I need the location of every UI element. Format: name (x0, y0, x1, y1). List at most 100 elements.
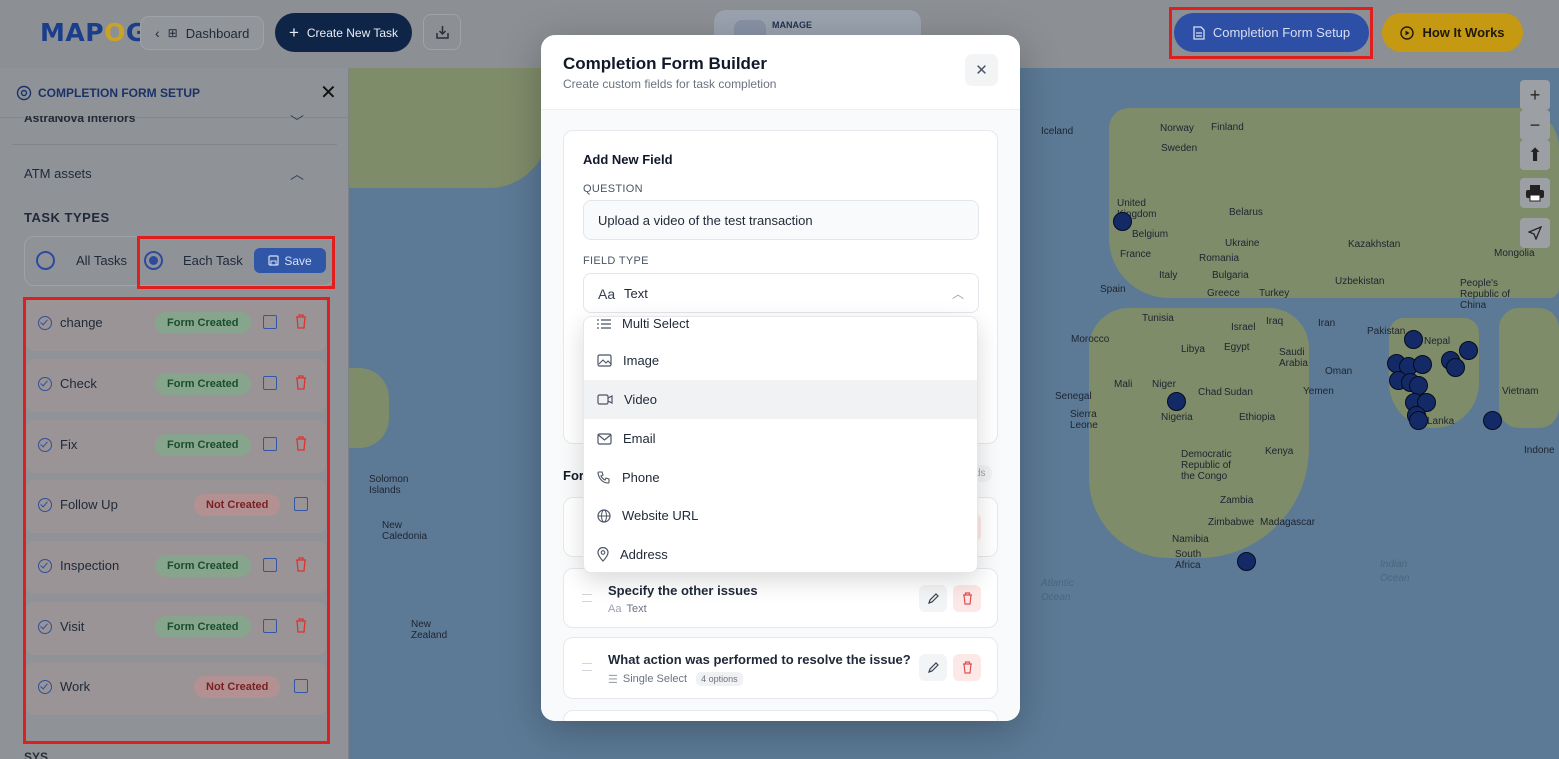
zoom-in-button[interactable]: + (1520, 80, 1550, 110)
chevron-left-icon: ‹ (155, 25, 160, 41)
completion-form-setup-button[interactable]: Completion Form Setup (1174, 13, 1369, 52)
task-types-heading: TASK TYPES (24, 210, 110, 225)
pin-icon (597, 547, 609, 562)
delete-field-button[interactable] (953, 654, 981, 681)
delete-field-button[interactable] (953, 585, 981, 612)
create-new-task-button[interactable]: + Create New Task (275, 13, 412, 52)
option-label: Website URL (622, 508, 699, 523)
map-label: Mongolia (1494, 248, 1535, 259)
all-tasks-radio[interactable] (36, 251, 55, 270)
map-label: Sweden (1161, 143, 1198, 154)
map-pin[interactable] (1483, 411, 1502, 430)
map-pin[interactable] (1167, 392, 1186, 411)
edit-icon[interactable] (294, 497, 308, 511)
task-name: Work (60, 679, 91, 694)
pencil-icon (928, 661, 939, 673)
form-field-card[interactable]: What action was performed to resolve the… (563, 637, 998, 699)
save-button[interactable]: Save (254, 248, 326, 273)
printer-icon (1526, 185, 1544, 202)
trash-icon[interactable] (295, 618, 307, 633)
map-label: Romania (1199, 253, 1240, 264)
chevron-down-icon[interactable]: ﹀ (290, 112, 304, 132)
edit-icon[interactable] (263, 376, 277, 390)
each-task-label[interactable]: Each Task (183, 253, 243, 268)
group-atm-assets[interactable]: ATM assets (24, 166, 92, 181)
option-phone[interactable]: Phone (584, 458, 977, 497)
map-label: Nigeria (1161, 412, 1193, 423)
task-row-work[interactable]: Work Not Created (26, 662, 326, 715)
play-circle-icon (1400, 25, 1415, 40)
map-label: Senegal (1055, 391, 1092, 402)
question-input[interactable]: Upload a video of the test transaction (583, 200, 979, 240)
how-it-works-button[interactable]: How It Works (1382, 13, 1523, 52)
map-pin[interactable] (1409, 411, 1428, 430)
edit-icon[interactable] (263, 558, 277, 572)
check-circle-icon (38, 680, 52, 694)
dashboard-button[interactable]: ‹ ⊞ Dashboard (140, 16, 265, 50)
map-label: Saudi Arabia (1279, 347, 1308, 369)
navigation-arrow-icon (1528, 226, 1542, 240)
print-button[interactable] (1520, 178, 1550, 208)
map-label: New Zealand (411, 619, 448, 641)
sidebar-title: COMPLETION FORM SETUP (38, 85, 200, 100)
drag-handle-icon[interactable] (582, 663, 592, 671)
compass-icon: ⬆ (1527, 144, 1543, 165)
close-icon[interactable]: ✕ (320, 80, 337, 105)
edit-field-button[interactable] (919, 585, 947, 612)
field-type-select[interactable]: Aa Text ︿ (583, 273, 979, 313)
option-video[interactable]: Video (584, 380, 977, 419)
field-type-dropdown: Multi Select Image Video Email Phone Web… (583, 316, 978, 573)
task-row-follow-up[interactable]: Follow Up Not Created (26, 480, 326, 533)
modal-close-button[interactable]: ✕ (965, 54, 998, 86)
edit-icon[interactable] (263, 619, 277, 633)
map-pin[interactable] (1413, 355, 1432, 374)
trash-icon[interactable] (295, 314, 307, 329)
status-badge: Form Created (155, 312, 251, 334)
task-row-inspection[interactable]: Inspection Form Created (26, 541, 326, 594)
each-task-radio[interactable] (144, 251, 163, 270)
edit-icon[interactable] (294, 679, 308, 693)
drag-handle-icon[interactable] (582, 594, 592, 602)
chevron-up-icon[interactable]: ︿ (290, 164, 304, 184)
map-pin[interactable] (1446, 358, 1465, 377)
option-image[interactable]: Image (584, 341, 977, 380)
task-row-visit[interactable]: Visit Form Created (26, 602, 326, 655)
compass-button[interactable]: ⬆ (1520, 140, 1550, 170)
map-pin[interactable] (1113, 212, 1132, 231)
locate-button[interactable] (1520, 218, 1550, 248)
form-field-card[interactable] (563, 710, 998, 721)
completion-form-setup-label: Completion Form Setup (1212, 25, 1351, 40)
trash-icon[interactable] (295, 436, 307, 451)
task-row-check[interactable]: Check Form Created (26, 359, 326, 412)
option-website-url[interactable]: Website URL (584, 496, 977, 535)
zoom-out-button[interactable]: − (1520, 110, 1550, 140)
group-astranova[interactable]: AstraNova Interiors (24, 116, 314, 126)
download-button[interactable] (423, 14, 461, 50)
logo[interactable]: MAPOG (40, 18, 147, 47)
option-email[interactable]: Email (584, 419, 977, 458)
map-label: Zimbabwe (1208, 517, 1255, 528)
form-field-card[interactable]: Specify the other issues Aa Text (563, 568, 998, 628)
map-pin[interactable] (1237, 552, 1256, 571)
trash-icon[interactable] (295, 375, 307, 390)
map-label: People's Republic of China (1460, 278, 1511, 311)
create-task-label: Create New Task (306, 25, 399, 40)
check-circle-icon (38, 316, 52, 330)
all-tasks-label[interactable]: All Tasks (76, 253, 127, 268)
trash-icon[interactable] (295, 557, 307, 572)
modal-title: Completion Form Builder (563, 54, 767, 73)
settings-icon (16, 85, 32, 100)
option-address[interactable]: Address (584, 535, 977, 572)
group-sys[interactable]: SYS (24, 750, 48, 759)
map-pin[interactable] (1404, 330, 1423, 349)
mail-icon (597, 432, 612, 445)
text-type-icon: Aa (608, 603, 622, 615)
edit-icon[interactable] (263, 437, 277, 451)
task-row-fix[interactable]: Fix Form Created (26, 420, 326, 473)
task-row-change[interactable]: change Form Created (26, 298, 326, 351)
map-label: Israel (1231, 322, 1256, 333)
edit-icon[interactable] (263, 315, 277, 329)
map-pin[interactable] (1459, 341, 1478, 360)
edit-field-button[interactable] (919, 654, 947, 681)
option-multi-select[interactable]: Multi Select (584, 317, 977, 343)
